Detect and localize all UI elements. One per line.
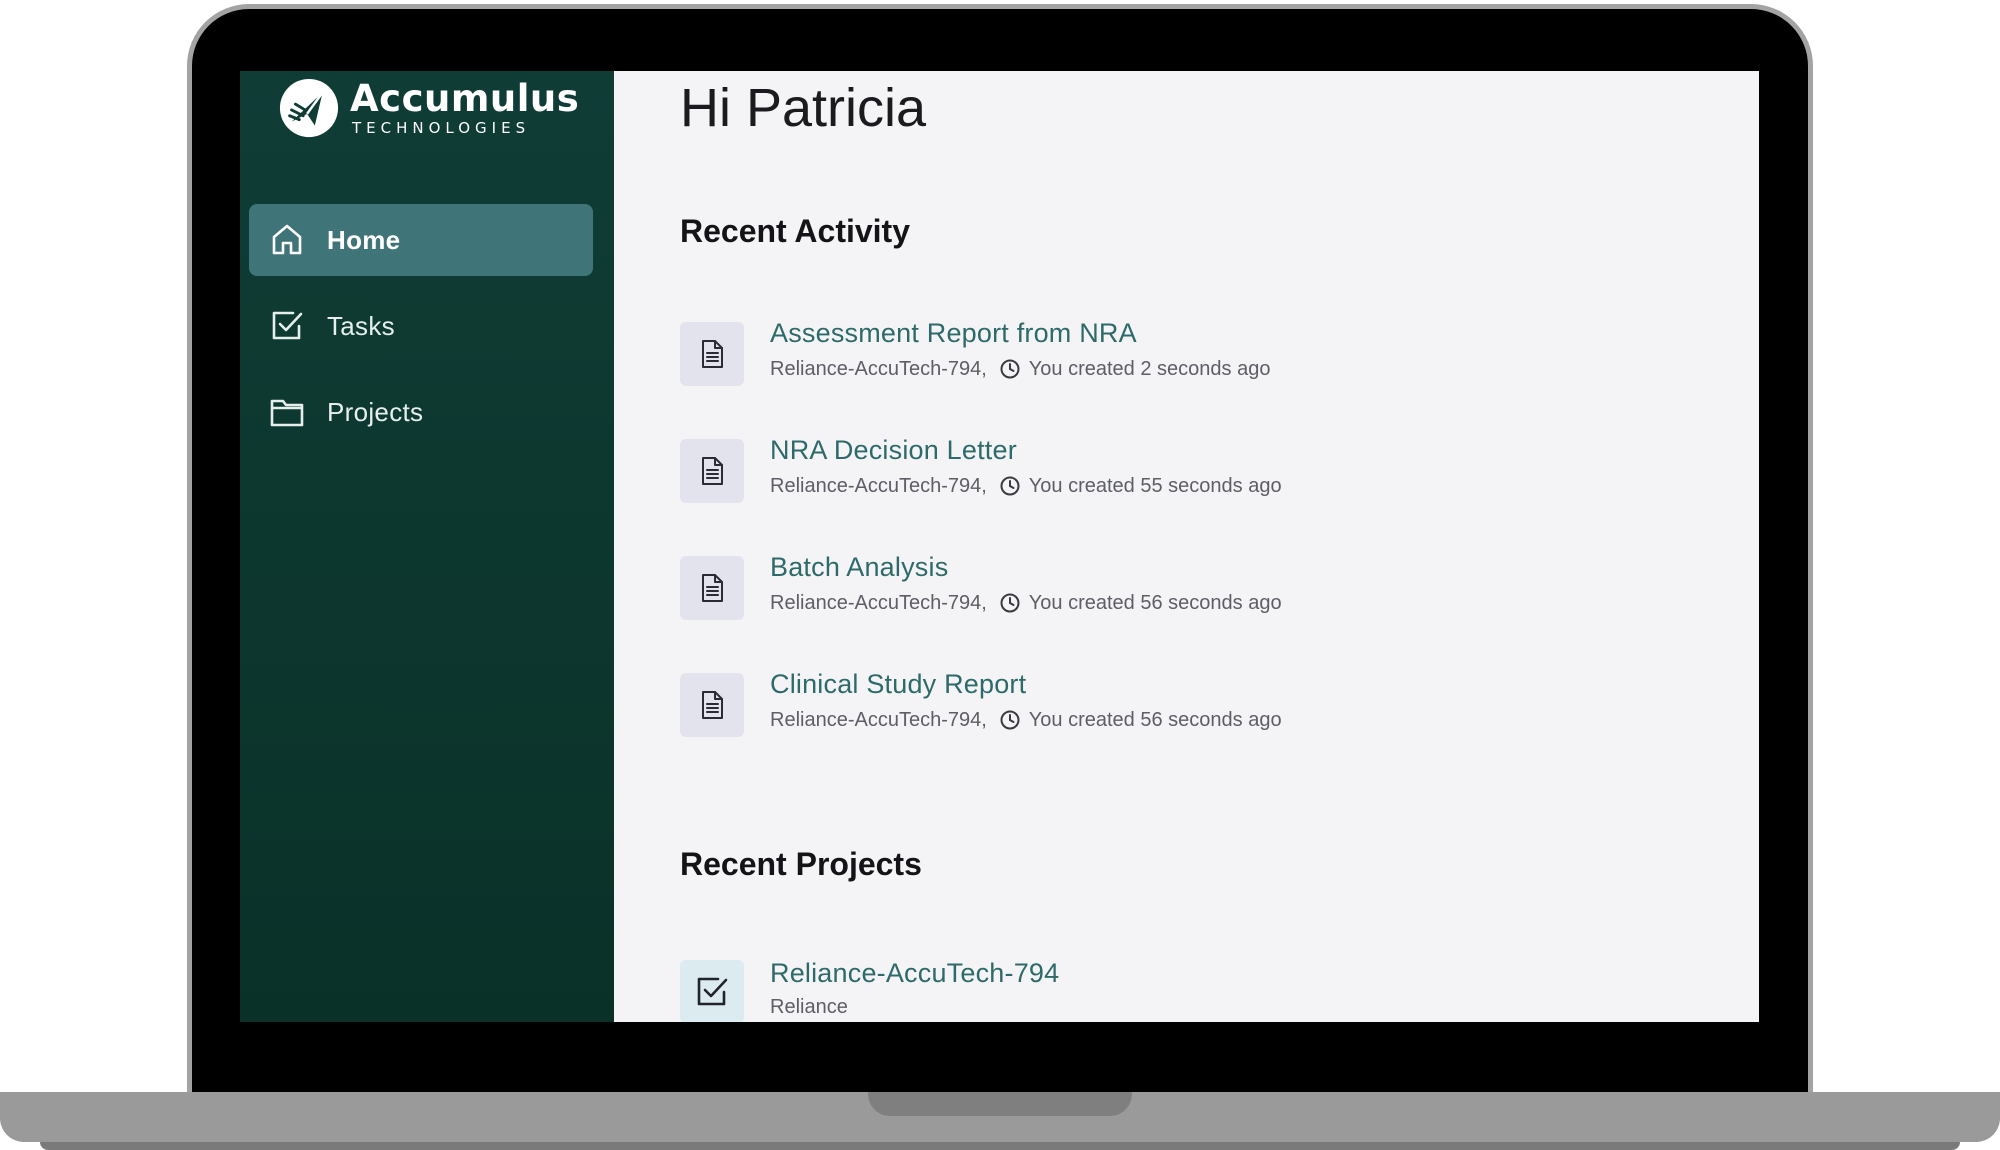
project-subtitle: Reliance — [770, 996, 848, 1018]
list-item[interactable]: Assessment Report from NRA Reliance-Accu… — [680, 316, 1282, 433]
activity-title-link[interactable]: Clinical Study Report — [770, 667, 1282, 701]
activity-time: You created 2 seconds ago — [1028, 358, 1271, 380]
activity-project: Reliance-AccuTech-794, — [770, 358, 987, 380]
document-icon — [702, 340, 723, 368]
clock-icon — [1000, 710, 1020, 730]
checkbox-icon — [272, 311, 303, 340]
document-icon — [702, 457, 723, 485]
recent-activity-title: Recent Activity — [680, 213, 910, 249]
project-list-item[interactable]: Reliance-AccuTech-794 Reliance — [680, 956, 1059, 1022]
sidebar-nav: Home Tasks Projects — [249, 204, 593, 462]
recent-activity-list: Assessment Report from NRA Reliance-Accu… — [680, 316, 1282, 784]
checkbox-icon — [697, 977, 728, 1006]
document-icon — [702, 574, 723, 602]
activity-time: You created 56 seconds ago — [1028, 592, 1282, 614]
page-greeting: Hi Patricia — [680, 78, 927, 138]
sidebar-item-label: Projects — [327, 396, 424, 427]
brand-logo[interactable]: Accumulus TECHNOLOGIES — [278, 77, 579, 139]
sidebar-item-label: Home — [327, 224, 401, 255]
recent-projects-title: Recent Projects — [680, 846, 922, 882]
clock-icon — [1000, 476, 1020, 496]
document-tile — [680, 673, 744, 737]
folder-icon — [270, 399, 304, 427]
brand-tagline: TECHNOLOGIES — [352, 119, 531, 137]
document-tile — [680, 439, 744, 503]
activity-project: Reliance-AccuTech-794, — [770, 475, 987, 497]
sidebar-item-label: Tasks — [327, 310, 395, 341]
sidebar-item-projects[interactable]: Projects — [249, 376, 593, 448]
document-icon — [702, 691, 723, 719]
activity-project: Reliance-AccuTech-794, — [770, 709, 987, 731]
document-tile — [680, 556, 744, 620]
clock-icon — [1000, 359, 1020, 379]
activity-time: You created 55 seconds ago — [1028, 475, 1282, 497]
sidebar-item-tasks[interactable]: Tasks — [249, 290, 593, 362]
activity-project: Reliance-AccuTech-794, — [770, 592, 987, 614]
document-tile — [680, 322, 744, 386]
rocket-logo-icon — [279, 78, 339, 138]
activity-time: You created 56 seconds ago — [1028, 709, 1282, 731]
home-icon — [272, 224, 302, 255]
sidebar: Accumulus TECHNOLOGIES Home Tasks Projec… — [240, 71, 614, 1022]
list-item[interactable]: NRA Decision Letter Reliance-AccuTech-79… — [680, 433, 1282, 550]
brand-name: Accumulus — [350, 77, 580, 120]
list-item[interactable]: Batch Analysis Reliance-AccuTech-794, Yo… — [680, 550, 1282, 667]
project-tile — [680, 960, 744, 1022]
screen: Accumulus TECHNOLOGIES Home Tasks Projec… — [240, 71, 1759, 1022]
activity-title-link[interactable]: NRA Decision Letter — [770, 433, 1282, 467]
main-content: Hi Patricia Recent Activity Assessment R… — [614, 71, 1759, 1022]
clock-icon — [1000, 593, 1020, 613]
sidebar-item-home[interactable]: Home — [249, 204, 593, 276]
list-item[interactable]: Clinical Study Report Reliance-AccuTech-… — [680, 667, 1282, 784]
activity-title-link[interactable]: Assessment Report from NRA — [770, 316, 1270, 350]
laptop-notch — [868, 1092, 1132, 1116]
activity-title-link[interactable]: Batch Analysis — [770, 550, 1282, 584]
project-title-link[interactable]: Reliance-AccuTech-794 — [770, 956, 1059, 990]
